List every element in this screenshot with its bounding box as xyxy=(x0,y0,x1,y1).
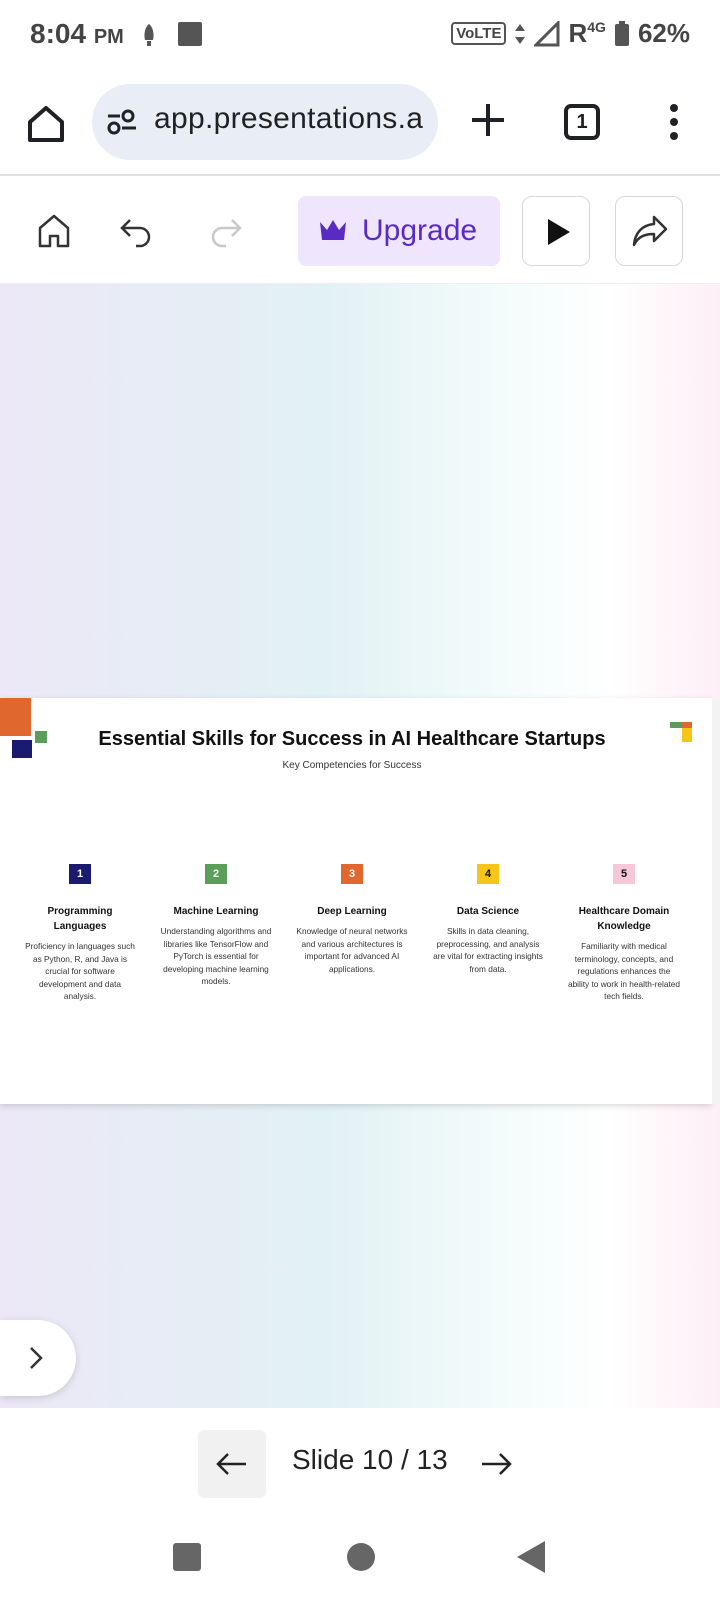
app-notification-icon xyxy=(178,22,202,46)
arrow-right-icon xyxy=(482,1453,512,1475)
redo-icon[interactable] xyxy=(202,206,250,254)
battery-level: 62% xyxy=(637,18,690,48)
url-text[interactable]: app.presentations.ai xyxy=(154,102,424,136)
arrow-left-icon xyxy=(216,1453,246,1475)
upgrade-label: Upgrade xyxy=(362,214,478,247)
skill-column[interactable]: 3 Deep Learning Knowledge of neural netw… xyxy=(294,864,410,975)
roaming-indicator: R xyxy=(568,18,588,48)
more-options-icon[interactable] xyxy=(664,102,684,142)
volte-badge: VoLTE xyxy=(451,22,507,45)
skill-number: 3 xyxy=(341,864,363,884)
skill-heading: Machine Learning xyxy=(173,906,259,917)
back-icon[interactable] xyxy=(516,1540,546,1574)
skill-description: Skills in data cleaning, preprocessing, … xyxy=(433,926,543,974)
skill-column[interactable]: 2 Machine Learning Understanding algorit… xyxy=(158,864,274,988)
skill-number: 4 xyxy=(477,864,499,884)
browser-toolbar: app.presentations.ai 1 xyxy=(0,72,720,176)
clock: 8:04 PM xyxy=(30,18,124,49)
skill-heading: Data Science xyxy=(456,906,520,917)
editor-canvas: Essential Skills for Success in AI Healt… xyxy=(0,284,720,1408)
skill-number: 2 xyxy=(205,864,227,884)
skill-heading: Programming Languages xyxy=(47,906,113,932)
skill-column[interactable]: 5 Healthcare Domain Knowledge Familiarit… xyxy=(566,864,682,1003)
app-toolbar: Upgrade xyxy=(0,178,720,284)
tab-switcher-button[interactable]: 1 xyxy=(564,104,600,140)
next-slide-button[interactable] xyxy=(462,1430,530,1498)
skill-description: Understanding algorithms and libraries l… xyxy=(160,926,272,986)
skill-heading: Healthcare Domain Knowledge xyxy=(578,906,670,932)
previous-slide-button[interactable] xyxy=(198,1430,266,1498)
notification-icon xyxy=(144,24,154,46)
present-button[interactable] xyxy=(522,196,590,266)
share-icon xyxy=(632,215,668,247)
skill-column[interactable]: 4 Data Science Skills in data cleaning, … xyxy=(430,864,546,975)
share-button[interactable] xyxy=(615,196,683,266)
chevron-right-icon xyxy=(30,1347,43,1369)
skill-description: Familiarity with medical terminology, co… xyxy=(567,941,681,1001)
new-tab-icon[interactable] xyxy=(468,100,508,140)
skill-number: 5 xyxy=(613,864,635,884)
play-icon xyxy=(548,219,570,245)
slide-counter: Slide 10 / 13 xyxy=(292,1444,448,1475)
slide-navigation: Slide 10 / 13 xyxy=(0,1408,720,1518)
skill-description: Knowledge of neural networks and various… xyxy=(296,926,408,974)
slide-subtitle[interactable]: Key Competencies for Success xyxy=(0,760,704,771)
status-bar: 8:04 PM VoLTE R 4G 62% xyxy=(0,0,720,72)
slide-title[interactable]: Essential Skills for Success in AI Healt… xyxy=(0,728,704,751)
upgrade-button[interactable]: Upgrade xyxy=(298,196,500,266)
battery-icon xyxy=(614,20,629,46)
next-slide-edge xyxy=(712,698,720,1104)
skill-column[interactable]: 1 Programming Languages Proficiency in l… xyxy=(22,864,138,1003)
browser-home-icon[interactable] xyxy=(22,100,70,148)
signal-icon xyxy=(534,20,560,46)
system-navigation-bar xyxy=(0,1518,720,1600)
address-bar[interactable]: app.presentations.ai xyxy=(92,84,438,160)
app-home-icon[interactable] xyxy=(30,206,78,254)
home-circle-icon[interactable] xyxy=(346,1542,376,1572)
undo-icon[interactable] xyxy=(112,206,160,254)
network-type: 4G xyxy=(587,18,606,35)
recents-icon[interactable] xyxy=(172,1542,202,1572)
crown-icon xyxy=(320,220,346,240)
site-settings-icon[interactable] xyxy=(106,106,138,138)
skill-description: Proficiency in languages such as Python,… xyxy=(25,941,135,1001)
expand-panel-button[interactable] xyxy=(0,1320,76,1396)
skill-heading: Deep Learning xyxy=(317,906,387,917)
data-arrows-icon xyxy=(515,23,526,44)
skill-number: 1 xyxy=(69,864,91,884)
slide[interactable]: Essential Skills for Success in AI Healt… xyxy=(0,698,712,1104)
